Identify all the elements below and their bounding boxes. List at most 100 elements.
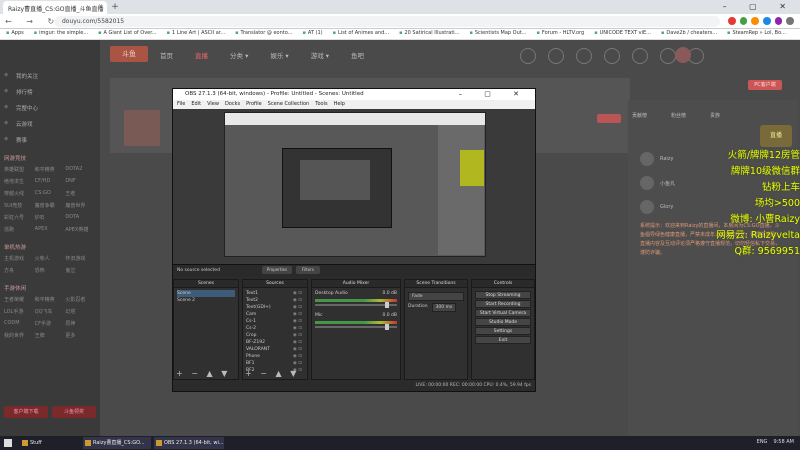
bookmark-item[interactable]: 1 Line Art | ASCII ar... (167, 30, 225, 38)
extension-icons[interactable] (728, 17, 795, 26)
bookmark-item[interactable]: Scientists Map Out... (469, 30, 527, 38)
mixer-channel[interactable]: Mic 0.0 dB (315, 312, 397, 330)
source-item[interactable]: BF1 ◉ ⊡ (246, 360, 304, 367)
sidebar-link[interactable]: 完整中心 (4, 104, 96, 112)
sidebar-category[interactable]: DNF (65, 178, 96, 185)
sidebar-category[interactable]: LOL手游 (4, 308, 35, 315)
bookmark-item[interactable]: AT (1) (302, 30, 323, 38)
obs-menu-item[interactable]: Help (334, 101, 345, 108)
obs-menu-bar[interactable]: File Edit View Docks Profile Scene Collection… (173, 100, 535, 109)
bookmark-item[interactable]: 20 Satirical Illustrati... (399, 30, 459, 38)
system-tray[interactable]: ENG 9:58 AM (757, 439, 794, 445)
streamer-avatar[interactable] (124, 110, 160, 146)
visibility-lock-icons[interactable]: ◉ ⊡ (293, 339, 302, 346)
filters-button[interactable]: Filters (296, 266, 320, 274)
site-logo[interactable]: 斗鱼 (110, 46, 148, 62)
source-item[interactable]: Cam ◉ ⊡ (246, 311, 304, 318)
source-item[interactable]: Crop ◉ ⊡ (246, 332, 304, 339)
obs-menu-item[interactable]: File (177, 101, 185, 108)
chat-tab[interactable]: 贵族 (710, 112, 720, 119)
bookmark-item[interactable]: UNICODE TEXT viE... (594, 30, 651, 38)
nav-item[interactable]: 直播 (195, 50, 208, 60)
nav-item[interactable]: 鱼吧 (351, 50, 364, 60)
visibility-lock-icons[interactable]: ◉ ⊡ (293, 290, 302, 297)
source-item[interactable]: VALORANT ◉ ⊡ (246, 346, 304, 353)
sidebar-category[interactable]: 王者 (65, 190, 96, 197)
volume-slider[interactable] (315, 324, 397, 330)
visibility-lock-icons[interactable]: ◉ ⊡ (293, 332, 302, 339)
sidebar-category[interactable]: 彩虹六号 (4, 214, 35, 221)
sidebar-button[interactable]: 斗鱼领奖 (52, 406, 96, 418)
visibility-lock-icons[interactable]: ◉ ⊡ (293, 304, 302, 311)
control-button[interactable]: Start Recording (475, 300, 531, 308)
obs-menu-item[interactable]: Edit (191, 101, 201, 108)
sidebar-link[interactable]: 排行榜 (4, 88, 96, 96)
properties-button[interactable]: Properties (262, 266, 292, 274)
sidebar-category[interactable]: DOTA (65, 214, 96, 221)
taskbar-item-obs[interactable]: OBS 27.1.3 (64-bit, wi... (154, 437, 224, 449)
extension-icon[interactable] (728, 17, 736, 25)
url-input[interactable]: douyu.com/5582015 (54, 16, 720, 27)
sidebar-category[interactable]: 方舟 (4, 267, 35, 274)
visibility-lock-icons[interactable]: ◉ ⊡ (293, 297, 302, 304)
source-item[interactable]: Phone ◉ ⊡ (246, 353, 304, 360)
sidebar-category[interactable]: 王牌 (35, 332, 66, 339)
obs-menu-item[interactable]: Docks (225, 101, 240, 108)
sidebar-category[interactable]: 更多 (65, 332, 96, 339)
sidebar-category[interactable]: DOTA2 (65, 166, 96, 173)
sidebar-category[interactable]: 鬼泣 (65, 267, 96, 274)
windows-start-icon[interactable] (4, 439, 12, 447)
chat-tabs[interactable]: 贡献榜 粉丝榜 贵族 (632, 112, 720, 119)
control-button[interactable]: Stop Streaming (475, 291, 531, 299)
source-item[interactable]: Cs-2 ◉ ⊡ (246, 325, 304, 332)
sidebar-category[interactable]: 幻塔 (65, 308, 96, 315)
scene-item[interactable]: Scene 2 (177, 297, 235, 304)
site-top-nav[interactable]: 首页 直播 分类 ▾ 娱乐 ▾ 游戏 ▾ 鱼吧 (160, 50, 364, 60)
source-item[interactable]: Cs-1 ◉ ⊡ (246, 318, 304, 325)
nav-item[interactable]: 首页 (160, 50, 173, 60)
visibility-lock-icons[interactable]: ◉ ⊡ (293, 325, 302, 332)
source-item[interactable]: Text(GDI+) ◉ ⊡ (246, 304, 304, 311)
obs-menu-item[interactable]: Profile (246, 101, 262, 108)
sidebar-category[interactable]: 英雄联盟 (4, 166, 35, 173)
visibility-lock-icons[interactable]: ◉ ⊡ (293, 353, 302, 360)
visibility-lock-icons[interactable]: ◉ ⊡ (293, 346, 302, 353)
sidebar-category[interactable]: 怀旧游戏 (65, 255, 96, 262)
pc-client-button[interactable]: PC客户端 (748, 80, 782, 90)
bookmark-item[interactable]: List of Animes and... (333, 30, 389, 38)
new-tab-button[interactable]: + (110, 2, 120, 12)
sidebar-category[interactable]: 和平精英 (35, 296, 66, 303)
sidebar-category[interactable]: 恐怖 (35, 267, 66, 274)
taskbar-item-browser[interactable]: Raizy曹直播_CS:GO... (83, 437, 151, 449)
source-item[interactable]: BF-Z192 ◉ ⊡ (246, 339, 304, 346)
duration-input[interactable]: 300 ms (431, 303, 457, 312)
sidebar-category[interactable]: 王者荣耀 (4, 296, 35, 303)
sidebar-category[interactable]: 穿越火线 (4, 190, 35, 197)
sidebar-category[interactable]: APEX英雄 (65, 226, 96, 233)
sidebar-category[interactable]: CF/HD (35, 178, 66, 185)
nav-item[interactable]: 娱乐 ▾ (270, 50, 288, 60)
clock[interactable]: 9:58 AM (773, 439, 794, 445)
obs-menu-item[interactable]: View (207, 101, 219, 108)
window-controls[interactable]: – ▢ ✕ (723, 2, 796, 11)
bookmark-item[interactable]: imgur: the simple... (34, 30, 88, 38)
sidebar-category[interactable]: 原神 (65, 320, 96, 327)
sidebar-category[interactable]: CODM (4, 320, 35, 327)
extension-icon[interactable] (786, 17, 795, 25)
sidebar-category[interactable]: 和平精英 (35, 166, 66, 173)
sidebar-category[interactable]: 火影忍者 (65, 296, 96, 303)
sidebar-category[interactable]: 绝地求生 (4, 178, 35, 185)
nav-item[interactable]: 分类 ▾ (230, 50, 248, 60)
sidebar-category[interactable]: 主机游戏 (4, 255, 35, 262)
obs-window-controls[interactable]: – ▢ ✕ (459, 90, 529, 98)
sidebar-category[interactable]: QQ飞车 (35, 308, 66, 315)
obs-menu-item[interactable]: Tools (315, 101, 327, 108)
control-buttons[interactable]: Stop Streaming Start Recording Start Virtu… (472, 288, 534, 347)
sidebar-category[interactable]: 魔兽世界 (65, 202, 96, 209)
follow-button[interactable] (597, 114, 621, 123)
control-button[interactable]: Studio Mode (475, 318, 531, 326)
control-button[interactable]: Settings (475, 327, 531, 335)
sidebar-link[interactable]: 云游戏 (4, 120, 96, 128)
sidebar-category[interactable]: CS:GO (35, 190, 66, 197)
bookmark-item[interactable]: Translator @ eonto... (235, 30, 293, 38)
